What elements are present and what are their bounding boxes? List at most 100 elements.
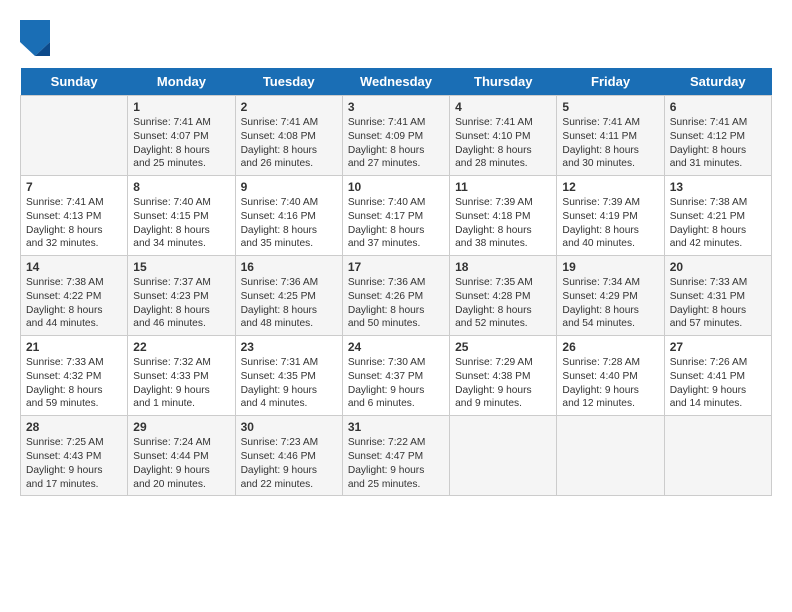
calendar-cell: 31Sunrise: 7:22 AM Sunset: 4:47 PM Dayli… <box>342 416 449 496</box>
day-content: Sunrise: 7:36 AM Sunset: 4:26 PM Dayligh… <box>348 276 444 331</box>
day-number: 20 <box>670 260 766 274</box>
col-header-monday: Monday <box>128 68 235 96</box>
day-number: 4 <box>455 100 551 114</box>
day-number: 28 <box>26 420 122 434</box>
day-number: 8 <box>133 180 229 194</box>
day-content: Sunrise: 7:41 AM Sunset: 4:11 PM Dayligh… <box>562 116 658 171</box>
day-number: 22 <box>133 340 229 354</box>
day-number: 23 <box>241 340 337 354</box>
day-content: Sunrise: 7:41 AM Sunset: 4:10 PM Dayligh… <box>455 116 551 171</box>
day-number: 12 <box>562 180 658 194</box>
page: SundayMondayTuesdayWednesdayThursdayFrid… <box>0 0 792 506</box>
calendar-week-1: 1 Sunrise: 7:41 AM Sunset: 4:07 PM Daylig… <box>21 96 772 176</box>
day-content: Sunrise: 7:41 AM Sunset: 4:13 PM Dayligh… <box>26 196 122 251</box>
calendar-cell: 5 Sunrise: 7:41 AM Sunset: 4:11 PM Daylig… <box>557 96 664 176</box>
calendar-cell: 15 Sunrise: 7:37 AM Sunset: 4:23 PM Dayli… <box>128 256 235 336</box>
col-header-wednesday: Wednesday <box>342 68 449 96</box>
day-number: 21 <box>26 340 122 354</box>
day-number: 7 <box>26 180 122 194</box>
calendar-cell: 29 Sunrise: 7:24 AM Sunset: 4:44 PM Dayli… <box>128 416 235 496</box>
day-number: 3 <box>348 100 444 114</box>
col-header-saturday: Saturday <box>664 68 771 96</box>
day-content: Sunrise: 7:30 AM Sunset: 4:37 PM Dayligh… <box>348 356 444 411</box>
col-header-tuesday: Tuesday <box>235 68 342 96</box>
day-number: 29 <box>133 420 229 434</box>
day-number: 26 <box>562 340 658 354</box>
day-number: 2 <box>241 100 337 114</box>
calendar-cell: 2 Sunrise: 7:41 AM Sunset: 4:08 PM Daylig… <box>235 96 342 176</box>
calendar-cell: 19 Sunrise: 7:34 AM Sunset: 4:29 PM Dayli… <box>557 256 664 336</box>
calendar-cell: 16 Sunrise: 7:36 AM Sunset: 4:25 PM Dayli… <box>235 256 342 336</box>
day-content: Sunrise: 7:36 AM Sunset: 4:25 PM Dayligh… <box>241 276 337 331</box>
calendar-cell: 10 Sunrise: 7:40 AM Sunset: 4:17 PM Dayli… <box>342 176 449 256</box>
day-content: Sunrise: 7:41 AM Sunset: 4:08 PM Dayligh… <box>241 116 337 171</box>
calendar-cell: 3 Sunrise: 7:41 AM Sunset: 4:09 PM Daylig… <box>342 96 449 176</box>
day-number: 9 <box>241 180 337 194</box>
day-number: 25 <box>455 340 551 354</box>
calendar-cell: 28 Sunrise: 7:25 AM Sunset: 4:43 PM Dayli… <box>21 416 128 496</box>
calendar-cell: 8 Sunrise: 7:40 AM Sunset: 4:15 PM Daylig… <box>128 176 235 256</box>
calendar-cell: 9 Sunrise: 7:40 AM Sunset: 4:16 PM Daylig… <box>235 176 342 256</box>
day-content: Sunrise: 7:33 AM Sunset: 4:31 PM Dayligh… <box>670 276 766 331</box>
calendar-cell: 27 Sunrise: 7:26 AM Sunset: 4:41 PM Dayli… <box>664 336 771 416</box>
calendar-cell: 23 Sunrise: 7:31 AM Sunset: 4:35 PM Dayli… <box>235 336 342 416</box>
calendar-cell: 1 Sunrise: 7:41 AM Sunset: 4:07 PM Daylig… <box>128 96 235 176</box>
day-number: 1 <box>133 100 229 114</box>
logo-icon <box>20 20 50 56</box>
day-content: Sunrise: 7:31 AM Sunset: 4:35 PM Dayligh… <box>241 356 337 411</box>
calendar-cell: 17 Sunrise: 7:36 AM Sunset: 4:26 PM Dayli… <box>342 256 449 336</box>
day-content: Sunrise: 7:35 AM Sunset: 4:28 PM Dayligh… <box>455 276 551 331</box>
calendar-cell: 11Sunrise: 7:39 AM Sunset: 4:18 PM Dayli… <box>450 176 557 256</box>
day-number: 27 <box>670 340 766 354</box>
day-content: Sunrise: 7:39 AM Sunset: 4:18 PM Dayligh… <box>455 196 551 251</box>
calendar-cell: 30 Sunrise: 7:23 AM Sunset: 4:46 PM Dayli… <box>235 416 342 496</box>
calendar-cell: 20 Sunrise: 7:33 AM Sunset: 4:31 PM Dayli… <box>664 256 771 336</box>
day-content: Sunrise: 7:41 AM Sunset: 4:07 PM Dayligh… <box>133 116 229 171</box>
calendar-cell <box>450 416 557 496</box>
calendar-cell: 24Sunrise: 7:30 AM Sunset: 4:37 PM Dayli… <box>342 336 449 416</box>
day-number: 16 <box>241 260 337 274</box>
calendar-cell <box>664 416 771 496</box>
calendar-cell: 6 Sunrise: 7:41 AM Sunset: 4:12 PM Daylig… <box>664 96 771 176</box>
day-content: Sunrise: 7:37 AM Sunset: 4:23 PM Dayligh… <box>133 276 229 331</box>
col-header-thursday: Thursday <box>450 68 557 96</box>
calendar-cell: 25 Sunrise: 7:29 AM Sunset: 4:38 PM Dayli… <box>450 336 557 416</box>
day-content: Sunrise: 7:40 AM Sunset: 4:16 PM Dayligh… <box>241 196 337 251</box>
day-content: Sunrise: 7:39 AM Sunset: 4:19 PM Dayligh… <box>562 196 658 251</box>
calendar-cell: 22 Sunrise: 7:32 AM Sunset: 4:33 PM Dayli… <box>128 336 235 416</box>
day-content: Sunrise: 7:41 AM Sunset: 4:09 PM Dayligh… <box>348 116 444 171</box>
calendar-week-5: 28 Sunrise: 7:25 AM Sunset: 4:43 PM Dayli… <box>21 416 772 496</box>
day-content: Sunrise: 7:40 AM Sunset: 4:17 PM Dayligh… <box>348 196 444 251</box>
day-content: Sunrise: 7:29 AM Sunset: 4:38 PM Dayligh… <box>455 356 551 411</box>
day-number: 10 <box>348 180 444 194</box>
col-header-friday: Friday <box>557 68 664 96</box>
day-number: 13 <box>670 180 766 194</box>
day-content: Sunrise: 7:38 AM Sunset: 4:21 PM Dayligh… <box>670 196 766 251</box>
day-content: Sunrise: 7:40 AM Sunset: 4:15 PM Dayligh… <box>133 196 229 251</box>
day-content: Sunrise: 7:28 AM Sunset: 4:40 PM Dayligh… <box>562 356 658 411</box>
calendar-cell <box>21 96 128 176</box>
logo <box>20 20 54 56</box>
day-number: 30 <box>241 420 337 434</box>
day-content: Sunrise: 7:32 AM Sunset: 4:33 PM Dayligh… <box>133 356 229 411</box>
day-content: Sunrise: 7:41 AM Sunset: 4:12 PM Dayligh… <box>670 116 766 171</box>
day-number: 19 <box>562 260 658 274</box>
calendar-cell: 4 Sunrise: 7:41 AM Sunset: 4:10 PM Daylig… <box>450 96 557 176</box>
calendar-cell: 14Sunrise: 7:38 AM Sunset: 4:22 PM Dayli… <box>21 256 128 336</box>
day-number: 15 <box>133 260 229 274</box>
day-content: Sunrise: 7:24 AM Sunset: 4:44 PM Dayligh… <box>133 436 229 491</box>
header-row: SundayMondayTuesdayWednesdayThursdayFrid… <box>21 68 772 96</box>
calendar-cell <box>557 416 664 496</box>
day-number: 5 <box>562 100 658 114</box>
calendar-week-3: 14Sunrise: 7:38 AM Sunset: 4:22 PM Dayli… <box>21 256 772 336</box>
day-content: Sunrise: 7:25 AM Sunset: 4:43 PM Dayligh… <box>26 436 122 491</box>
day-content: Sunrise: 7:34 AM Sunset: 4:29 PM Dayligh… <box>562 276 658 331</box>
day-number: 17 <box>348 260 444 274</box>
day-content: Sunrise: 7:26 AM Sunset: 4:41 PM Dayligh… <box>670 356 766 411</box>
header <box>20 20 772 56</box>
day-number: 6 <box>670 100 766 114</box>
day-content: Sunrise: 7:23 AM Sunset: 4:46 PM Dayligh… <box>241 436 337 491</box>
calendar-table: SundayMondayTuesdayWednesdayThursdayFrid… <box>20 68 772 496</box>
calendar-cell: 26 Sunrise: 7:28 AM Sunset: 4:40 PM Dayli… <box>557 336 664 416</box>
col-header-sunday: Sunday <box>21 68 128 96</box>
